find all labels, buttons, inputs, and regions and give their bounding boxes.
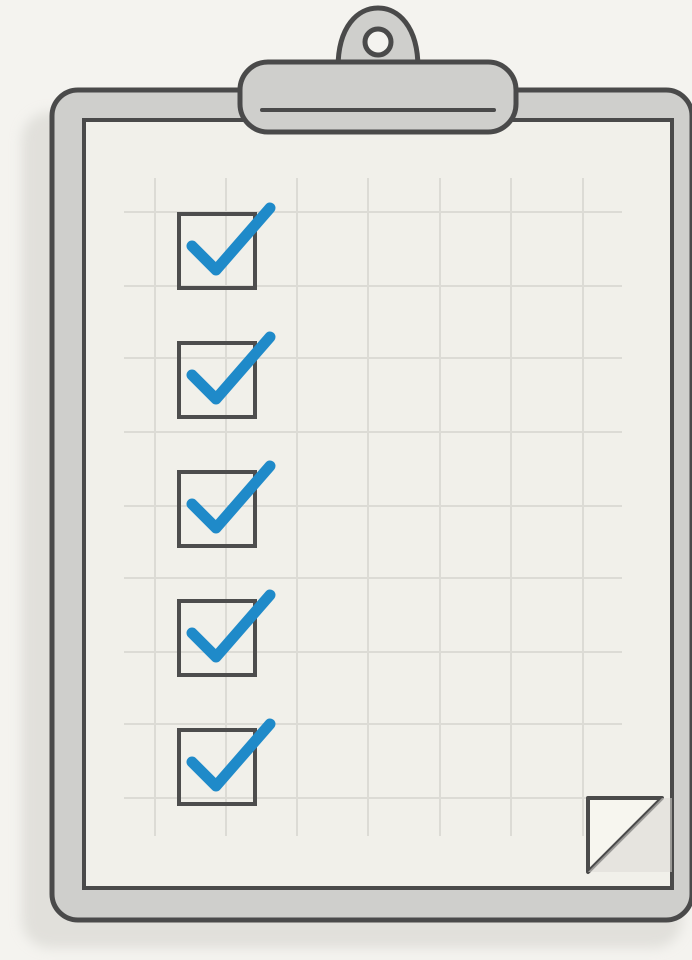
clipboard-illustration: [0, 0, 692, 960]
page-curl-icon: [586, 796, 672, 874]
clipboard-checklist-graphic: [22, 5, 692, 948]
clipboard-clip-icon: [237, 5, 519, 135]
clip-hole: [362, 26, 394, 58]
